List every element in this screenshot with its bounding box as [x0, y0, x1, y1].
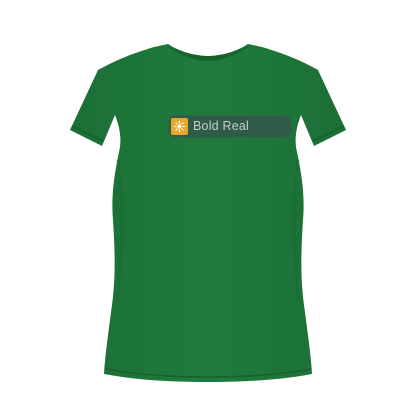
- print-text: Bold Real: [193, 119, 249, 133]
- print-logo: [171, 118, 188, 135]
- tshirt-body: [70, 44, 346, 382]
- product-image: Bold Real: [0, 0, 416, 416]
- shirt-print-badge: Bold Real: [168, 115, 292, 138]
- tshirt: [70, 44, 346, 382]
- sparkle-icon: [173, 120, 186, 133]
